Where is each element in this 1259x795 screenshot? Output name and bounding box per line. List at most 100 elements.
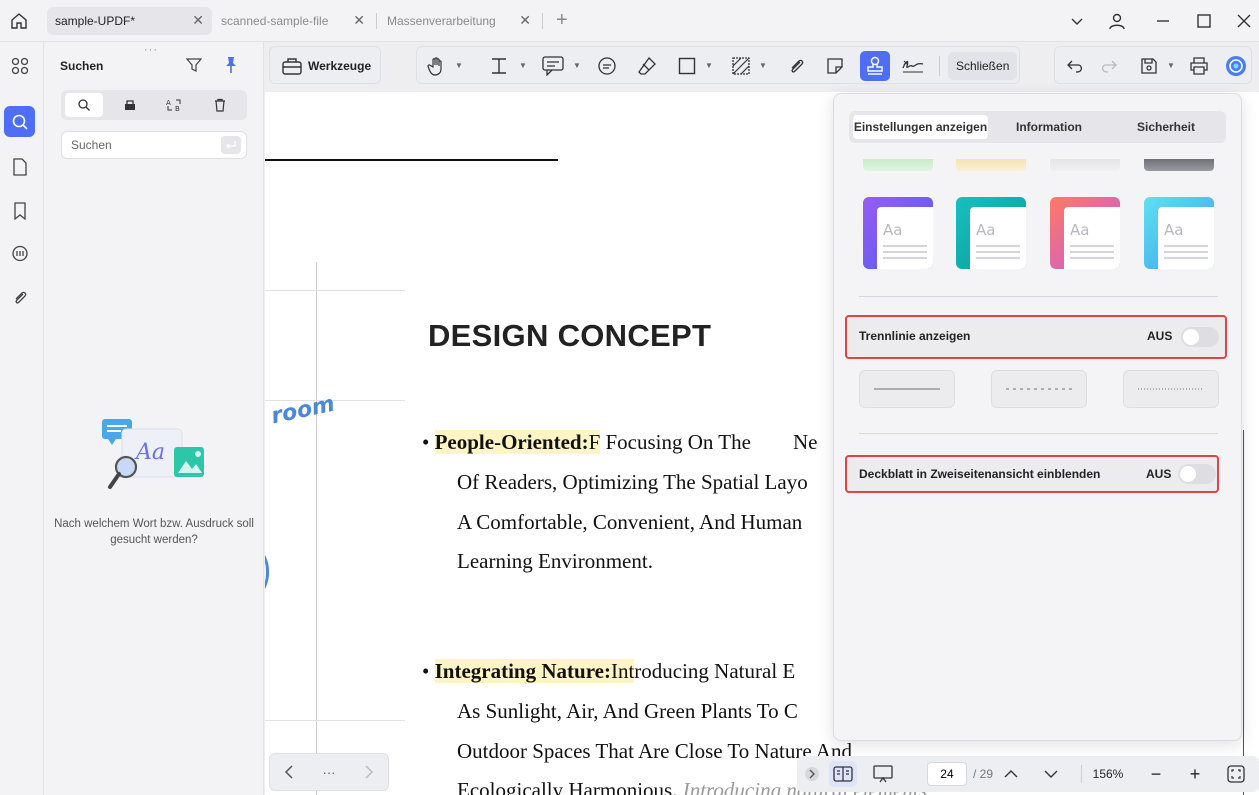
delete-icon[interactable]	[201, 93, 239, 117]
tab-display-settings[interactable]: Einstellungen anzeigen	[853, 115, 988, 139]
zoom-in-icon[interactable]: +	[1186, 761, 1204, 787]
line-style-dashed[interactable]	[991, 370, 1087, 408]
search-input[interactable]	[62, 132, 212, 158]
theme-sample-text: Aa	[1164, 221, 1184, 239]
zoom-out-icon[interactable]: −	[1147, 761, 1165, 787]
tab-massenverarbeitung[interactable]: Massenverarbeitung ✕	[379, 7, 539, 35]
divider-option-label: Trennlinie anzeigen	[859, 329, 971, 343]
svg-text:B: B	[175, 105, 180, 112]
sketch-line	[1243, 430, 1244, 795]
cover-option-label: Deckblatt in Zweiseitenansicht einblende…	[859, 467, 1101, 481]
hand-icon[interactable]	[425, 54, 449, 78]
replace-icon[interactable]: AB	[155, 93, 193, 117]
filter-icon[interactable]	[186, 57, 202, 73]
close-tab-icon[interactable]: ✕	[519, 12, 531, 29]
zoom-level[interactable]: 156%	[1089, 761, 1127, 787]
chevron-right-icon[interactable]	[803, 761, 821, 787]
page-nav: ···	[269, 753, 389, 791]
bookmark-icon[interactable]	[4, 195, 35, 226]
preview-line	[883, 257, 927, 259]
bullet-text: Focusing On The Ne	[600, 430, 818, 454]
pin-icon[interactable]	[224, 56, 238, 74]
tab-separator	[542, 13, 543, 29]
decorative-arc	[265, 537, 269, 607]
close-window-icon[interactable]	[1233, 10, 1255, 32]
divider-toggle[interactable]	[1181, 327, 1219, 347]
chevron-down-icon[interactable]: ▼	[1167, 61, 1175, 70]
cover-toggle[interactable]	[1178, 464, 1216, 484]
line-style-dotted[interactable]	[1123, 370, 1219, 408]
tab-security[interactable]: Sicherheit	[1111, 115, 1221, 139]
theme-sample-text: Aa	[1070, 221, 1090, 239]
note-icon[interactable]	[595, 54, 619, 78]
presentation-icon[interactable]	[871, 761, 895, 787]
more-button[interactable]: ···	[322, 765, 335, 780]
save-icon[interactable]	[1137, 54, 1161, 78]
comment-icon[interactable]	[541, 54, 565, 78]
area-fill-icon[interactable]	[729, 54, 753, 78]
chevron-down-icon[interactable]	[1041, 761, 1061, 787]
comments-icon[interactable]	[4, 238, 35, 269]
section-divider	[859, 433, 1218, 434]
drag-handle[interactable]: ···	[144, 44, 158, 56]
chevron-down-icon[interactable]: ▼	[519, 61, 527, 70]
theme-option-sky[interactable]: Aa	[1144, 197, 1214, 269]
close-tool-button[interactable]: Schließen	[948, 52, 1018, 80]
preview-line	[976, 257, 1020, 259]
two-page-view-icon[interactable]	[829, 761, 857, 787]
theme-option-sunset[interactable]: Aa	[1050, 197, 1120, 269]
theme-option-light[interactable]	[1050, 159, 1120, 171]
sticker-icon[interactable]	[823, 54, 847, 78]
chevron-down-icon[interactable]	[1066, 10, 1088, 32]
theme-option-yellow[interactable]	[956, 159, 1026, 171]
chevron-down-icon[interactable]: ▼	[573, 61, 581, 70]
fit-page-icon[interactable]	[1225, 761, 1247, 787]
stamp-icon[interactable]	[860, 51, 890, 81]
chevron-up-icon[interactable]	[1001, 761, 1021, 787]
tab-sample-updf[interactable]: sample-UPDF* ✕	[47, 7, 212, 35]
home-icon[interactable]	[6, 8, 32, 34]
undo-icon[interactable]	[1063, 54, 1087, 78]
chevron-down-icon[interactable]: ▼	[455, 61, 463, 70]
theme-sample-text: Aa	[883, 221, 903, 239]
page-number-input[interactable]	[926, 762, 967, 786]
signature-icon[interactable]	[901, 54, 925, 78]
thumbnails-icon[interactable]	[4, 50, 35, 81]
chevron-down-icon[interactable]: ▼	[759, 61, 767, 70]
search-icon[interactable]	[4, 106, 35, 137]
theme-option-dark[interactable]	[1144, 159, 1214, 171]
rectangle-icon[interactable]	[675, 54, 699, 78]
attachment-icon[interactable]	[4, 282, 35, 313]
new-tab-button[interactable]: +	[556, 9, 568, 32]
divider-option-status: AUS	[1147, 329, 1173, 343]
tools-button[interactable]: Werkzeuge	[269, 46, 381, 84]
close-tab-icon[interactable]: ✕	[353, 12, 365, 29]
bullet-title: Integrating Nature:	[434, 659, 611, 683]
ai-assistant-icon[interactable]	[1224, 54, 1248, 78]
prev-arrow-icon[interactable]	[284, 765, 294, 779]
enter-icon[interactable]	[221, 136, 241, 154]
maximize-icon[interactable]	[1193, 10, 1215, 32]
close-tab-icon[interactable]: ✕	[192, 12, 204, 29]
line-style-solid[interactable]	[859, 370, 955, 408]
theme-option-teal[interactable]: Aa	[956, 197, 1026, 269]
chevron-down-icon[interactable]: ▼	[705, 61, 713, 70]
tab-scanned-sample-file[interactable]: scanned-sample-file ✕	[213, 7, 373, 35]
next-arrow-icon[interactable]	[364, 765, 374, 779]
theme-option-green[interactable]	[863, 159, 933, 171]
text-search-icon[interactable]	[65, 93, 103, 117]
tab-information[interactable]: Information	[994, 115, 1104, 139]
eraser-icon[interactable]	[635, 54, 659, 78]
toolbox-icon	[282, 57, 302, 75]
cover-option-status: AUS	[1146, 467, 1172, 481]
bullet-integrating-nature: • Integrating Nature:Introducing Natural…	[422, 659, 796, 683]
pages-icon[interactable]	[4, 151, 35, 182]
account-icon[interactable]	[1106, 10, 1128, 32]
text-tool-icon[interactable]	[487, 54, 511, 78]
paperclip-icon[interactable]	[784, 54, 808, 78]
minimize-icon[interactable]	[1152, 10, 1174, 32]
print-icon[interactable]	[1187, 54, 1211, 78]
theme-option-purple[interactable]: Aa	[863, 197, 933, 269]
redact-search-icon[interactable]	[111, 93, 149, 117]
redo-icon[interactable]	[1097, 54, 1121, 78]
